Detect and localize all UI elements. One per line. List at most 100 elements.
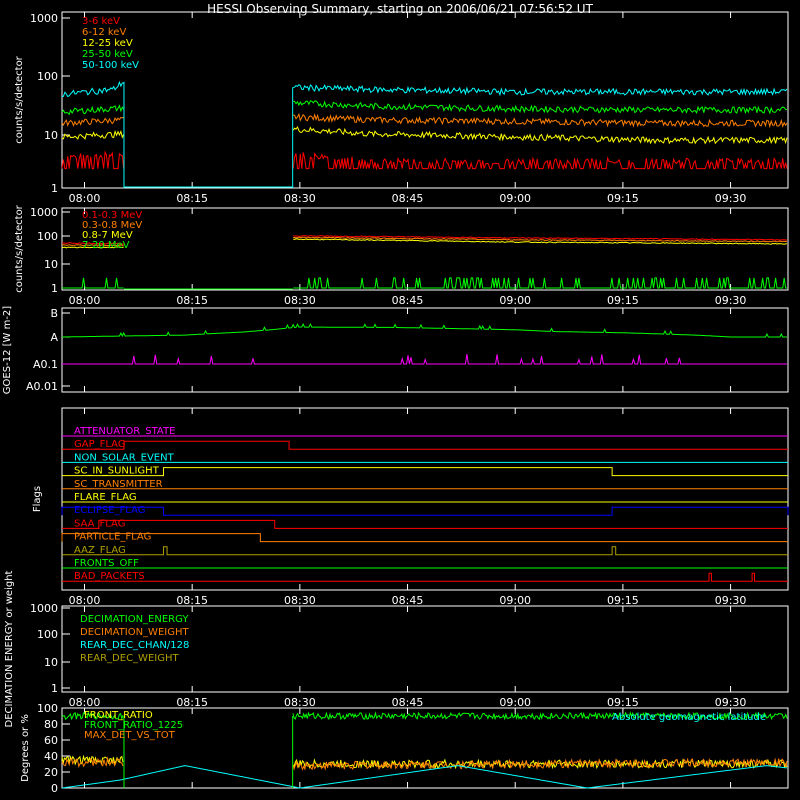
series-50-100-keV-line [293,83,788,97]
panel-1-ytick-label: 1 [51,182,58,195]
panel-3-frame [61,307,789,393]
panel-1-ytick-label: 100 [37,70,58,83]
panel-5-xtick-label: 09:30 [715,696,747,709]
panel-3-ytick-label: A0.1 [33,358,58,371]
panel-2-ytick-label: 100 [37,230,58,243]
panel-1-xtick-label: 08:00 [69,192,101,205]
panel-2-xtick-label: 09:15 [607,294,639,307]
panel-1-ytick-label: 10 [44,129,58,142]
panel-6-ytick-label: 0 [51,782,58,795]
panel-1-xtick-label: 08:15 [176,192,208,205]
panel-2-xtick-label: 09:30 [715,294,747,307]
legend-25-50-keV: 25-50 keV [82,49,133,60]
series-12-25-keV-line [292,125,788,145]
flag-label-bad-packets: BAD_PACKETS [74,571,145,582]
flag-label-aaz-flag: AAZ_FLAG [74,545,126,556]
panel-6-ytick-label: 80 [44,718,58,731]
legend-decimation-energy: DECIMATION_ENERGY [80,614,189,625]
panel-1-xtick-label: 09:00 [499,192,531,205]
flag-label-sc-transmitter: SC_TRANSMITTER [74,479,163,490]
series-12-25-keV-line [61,129,125,140]
panel-1-xtick-label: 09:15 [607,192,639,205]
series-50-100-keV-line [61,80,124,98]
chart-title: HESSI Observing Summary, starting on 200… [207,2,593,16]
hessi-summary-figure: HESSI Observing Summary, starting on 200… [2,2,789,795]
panel-2-ytick-label: 1000 [30,206,58,219]
flag-line-aaz-flag [62,546,788,556]
panel-4-xtick-label: 08:15 [176,594,208,607]
panel-4-xtick-label: 09:15 [607,594,639,607]
panel-5-ytick-label: 1000 [30,602,58,615]
series-3-6-keV-line [61,150,125,170]
panel-2-ytick-label: 1 [51,282,58,295]
flag-label-gap-flag: GAP_FLAG [74,439,126,450]
flag-line-saa-flag [62,519,788,529]
panel-6-ytick-label: 60 [44,734,58,747]
panel-5-xtick-label: 08:00 [69,696,101,709]
panel-1-ytick-label: 1000 [30,12,58,25]
flag-label-flare-flag: FLARE_FLAG [74,492,137,503]
panel-4-xtick-label: 08:45 [392,594,424,607]
legend-6-12-keV: 6-12 keV [82,27,126,38]
series-25-50-keV-line [293,100,788,115]
panel-2-xtick-label: 08:00 [69,294,101,307]
panel-2-xtick-label: 08:30 [284,294,316,307]
flag-label-non-solar-event: NON_SOLAR_EVENT [74,452,175,463]
annotation-geomagnetic-latitude: Absolute geomagnetic latitude [612,712,766,723]
series-25-50-keV-line [61,104,125,116]
flag-label-attenuator-state: ATTENUATOR_STATE [74,426,175,437]
flag-label-sc-in-sunlight: SC_IN_SUNLIGHT [74,466,160,477]
series-7-20-MeV-line [293,277,787,289]
series-goes-1-line [62,354,787,365]
panel-1-xtick-label: 09:30 [715,192,747,205]
legend-7-20-MeV: 7-20 MeV [82,240,130,251]
panel-4-xtick-label: 09:00 [499,594,531,607]
panel-4-xtick-label: 08:00 [69,594,101,607]
panel-5-ytick-label: 100 [37,628,58,641]
flag-label-fronts-off: FRONTS_OFF [74,558,139,569]
panel-2-frame [61,207,789,291]
series-3-6-keV-line [292,152,788,171]
series-6-12-keV-line [61,116,124,127]
panel-5-ylabel: DECIMATION ENERGY or weight [4,570,15,727]
panel-5-xtick-label: 09:15 [607,696,639,709]
series-goes-0-line [62,322,787,338]
legend-rear-dec-chan-128: REAR_DEC_CHAN/128 [80,640,189,651]
panel-1-ylabel: counts/s/detector [14,55,25,143]
panel-6-ytick-label: 100 [37,702,58,715]
panel-4-ylabel: Flags [32,486,43,512]
panel-4-xtick-label: 08:30 [284,594,316,607]
panel-5-xtick-label: 09:00 [499,696,531,709]
panel-5-xtick-label: 08:30 [284,696,316,709]
flag-line-gap-flag [62,440,788,450]
legend-max-det-vs-tot: MAX_DET_VS_TOT [84,730,176,741]
series-absolute-geomagnetic-latitude-line [61,765,788,789]
legend-50-100-keV: 50-100 keV [82,60,139,71]
legend-decimation-weight: DECIMATION_WEIGHT [80,627,189,638]
panel-1-xtick-label: 08:45 [392,192,424,205]
panel-3-ytick-label: A [50,331,58,344]
panel-2-xtick-label: 08:45 [392,294,424,307]
flag-line-bad-packets [62,572,788,582]
flag-line-eclipse-flag [61,506,789,516]
panel-5-xtick-label: 08:15 [176,696,208,709]
flag-line-particle-flag [61,533,788,543]
panel-5-xtick-label: 08:45 [392,696,424,709]
panel-2-xtick-label: 09:00 [499,294,531,307]
panel-2-ytick-label: 10 [44,258,58,271]
series-6-12-keV-line [293,112,788,129]
flag-line-sc-in-sunlight [62,467,788,477]
panel-6-ytick-label: 40 [44,750,58,763]
panel-2-xtick-label: 08:15 [176,294,208,307]
panel-5-ytick-label: 10 [44,656,58,669]
panel-3-ytick-label: B [50,307,58,320]
legend-12-25-keV: 12-25 keV [82,38,133,49]
panel-6-ytick-label: 20 [44,766,58,779]
series-7-20-MeV-line [62,277,124,289]
panel-5-ytick-label: 1 [51,682,58,695]
panel-4-xtick-label: 09:30 [715,594,747,607]
panel-3-ylabel: GOES-12 [W m-2] [2,306,13,394]
panel-1-xtick-label: 08:30 [284,192,316,205]
legend-rear-dec-weight: REAR_DEC_WEIGHT [80,653,179,664]
legend-3-6-keV: 3-6 keV [82,16,120,27]
